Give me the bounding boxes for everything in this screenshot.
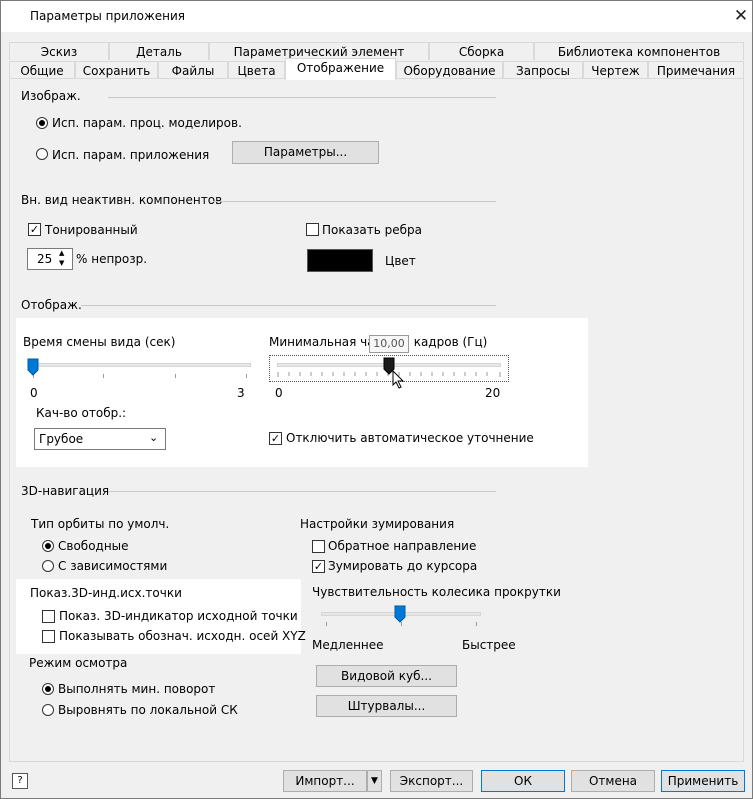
tick [103, 374, 104, 378]
zoom-to-cursor-checkbox[interactable]: ✓ [312, 560, 325, 573]
display-quality-value: Грубое [39, 432, 84, 446]
tab-part[interactable]: Деталь [109, 42, 209, 60]
shaded-checkbox[interactable]: ✓ [28, 223, 41, 236]
frame-rate-tooltip: 10,00 [369, 335, 409, 353]
opacity-value: 25 [37, 252, 53, 266]
zoom-to-cursor-label: Зумировать до курсора [328, 559, 478, 573]
tab-save[interactable]: Сохранить [75, 61, 158, 79]
tab-assembly[interactable]: Сборка [429, 42, 534, 60]
appearance-heading: Изображ. [21, 89, 81, 103]
divider [108, 491, 496, 492]
help-icon[interactable]: ? [12, 773, 28, 789]
apply-button[interactable]: Применить [661, 770, 745, 792]
wheel-sensitivity-thumb[interactable] [394, 605, 406, 623]
opacity-label: % непрозр. [76, 252, 148, 266]
view-transition-label: Время смены вида (сек) [23, 335, 176, 349]
tick [476, 622, 477, 626]
use-document-settings-radio[interactable] [36, 117, 48, 129]
opacity-spinner[interactable]: 25 ▲ ▼ [27, 248, 73, 270]
view-transition-max: 3 [237, 386, 245, 400]
chevron-down-icon: ⌄ [149, 431, 159, 444]
nav3d-heading: 3D-навигация [21, 484, 110, 498]
minimum-rotation-radio[interactable] [42, 683, 54, 695]
tab-notebook[interactable]: Примечания [648, 61, 744, 79]
mouse-cursor-icon [392, 370, 405, 389]
show-edges-label: Показать ребра [322, 223, 422, 237]
viewcube-button[interactable]: Видовой куб... [316, 665, 457, 687]
inactive-heading: Вн. вид неактивн. компонентов [21, 193, 223, 207]
use-document-settings-label: Исп. парам. проц. моделиров. [52, 116, 242, 130]
color-label: Цвет [385, 254, 416, 268]
tab-hardware[interactable]: Оборудование [396, 61, 503, 79]
import-dropdown-icon[interactable]: ▼ [367, 770, 382, 792]
dialog-window: Параметры приложения ✕ Эскиз Деталь Пара… [0, 0, 753, 799]
display-highlight-area: Время смены вида (сек) 0 3 Кач-во отобр.… [16, 318, 588, 467]
display-heading: Отображ. [21, 298, 82, 312]
divider [108, 97, 496, 98]
spin-down-icon[interactable]: ▼ [59, 259, 64, 268]
title-bar: Параметры приложения ✕ [1, 1, 752, 32]
tab-panel: Изображ. Исп. парам. проц. моделиров. Ис… [9, 78, 744, 762]
view-transition-track [29, 363, 251, 367]
tab-colors[interactable]: Цвета [228, 61, 285, 79]
orbit-constrained-radio[interactable] [42, 560, 54, 572]
tab-display[interactable]: Отображение [285, 58, 396, 80]
use-application-settings-radio[interactable] [36, 148, 48, 160]
wheel-fast-label: Быстрее [462, 638, 516, 652]
divider [213, 201, 496, 202]
tick [175, 374, 176, 378]
tab-sketch[interactable]: Эскиз [9, 42, 109, 60]
min-frame-rate-max: 20 [485, 386, 501, 400]
show-origin-indicator-checkbox[interactable] [42, 610, 55, 623]
tab-drawing[interactable]: Чертеж [583, 61, 648, 79]
disable-auto-refine-checkbox[interactable]: ✓ [269, 432, 282, 445]
tab-prompts[interactable]: Запросы [503, 61, 583, 79]
export-button[interactable]: Экспорт... [390, 770, 473, 792]
tab-files[interactable]: Файлы [158, 61, 228, 79]
view-transition-min: 0 [30, 386, 38, 400]
steering-wheels-button[interactable]: Штурвалы... [316, 695, 457, 717]
look-mode-label: Режим осмотра [29, 656, 128, 670]
align-local-ucs-radio[interactable] [42, 704, 54, 716]
shaded-label: Тонированный [45, 223, 138, 237]
minimum-rotation-label: Выполнять мин. поворот [58, 682, 216, 696]
spin-up-icon[interactable]: ▲ [59, 249, 64, 258]
divider [81, 305, 496, 306]
tick [246, 374, 247, 378]
cancel-button[interactable]: Отмена [571, 770, 655, 792]
tick [326, 622, 327, 626]
origin-indicator-highlight: Показ.3D-инд.исх.точки Показ. 3D-индикат… [16, 579, 306, 654]
orbit-free-radio[interactable] [42, 540, 54, 552]
color-swatch-button[interactable] [307, 249, 373, 272]
show-axis-labels-checkbox[interactable] [42, 630, 55, 643]
show-edges-checkbox[interactable] [306, 223, 319, 236]
settings-button[interactable]: Параметры... [232, 141, 379, 164]
close-icon[interactable]: ✕ [729, 5, 753, 27]
window-title: Параметры приложения [30, 9, 186, 23]
orbit-free-label: Свободные [58, 539, 129, 553]
show-origin-indicator-label: Показ. 3D-индикатор исходной точки [59, 609, 298, 623]
tab-content-center[interactable]: Библиотека компонентов [534, 42, 744, 60]
reverse-direction-checkbox[interactable] [312, 540, 325, 553]
display-quality-label: Кач-во отобр.: [36, 406, 127, 420]
tab-row-2: Общие Сохранить Файлы Цвета Отображение … [9, 58, 744, 80]
display-quality-dropdown[interactable]: Грубое ⌄ [34, 428, 166, 450]
view-transition-thumb[interactable] [27, 358, 39, 376]
zoom-settings-label: Настройки зумирования [300, 517, 455, 531]
reverse-direction-label: Обратное направление [328, 539, 477, 553]
orbit-constrained-label: С зависимостями [58, 559, 168, 573]
use-application-settings-label: Исп. парам. приложения [52, 148, 210, 162]
disable-auto-refine-label: Отключить автоматическое уточнение [286, 431, 534, 445]
ok-button[interactable]: ОК [481, 770, 565, 792]
orbit-type-label: Тип орбиты по умолч. [31, 517, 170, 531]
origin-indicator-label: Показ.3D-инд.исх.точки [30, 586, 182, 600]
tab-general[interactable]: Общие [9, 61, 75, 79]
align-local-ucs-label: Выровнять по локальной СК [58, 703, 238, 717]
import-button[interactable]: Импорт... [283, 770, 367, 792]
min-frame-rate-min: 0 [275, 386, 283, 400]
show-axis-labels-label: Показывать обознач. исходн. осей XYZ [59, 629, 306, 643]
wheel-sensitivity-label: Чувствительность колесика прокрутки [312, 585, 561, 599]
wheel-slow-label: Медленнее [312, 638, 384, 652]
